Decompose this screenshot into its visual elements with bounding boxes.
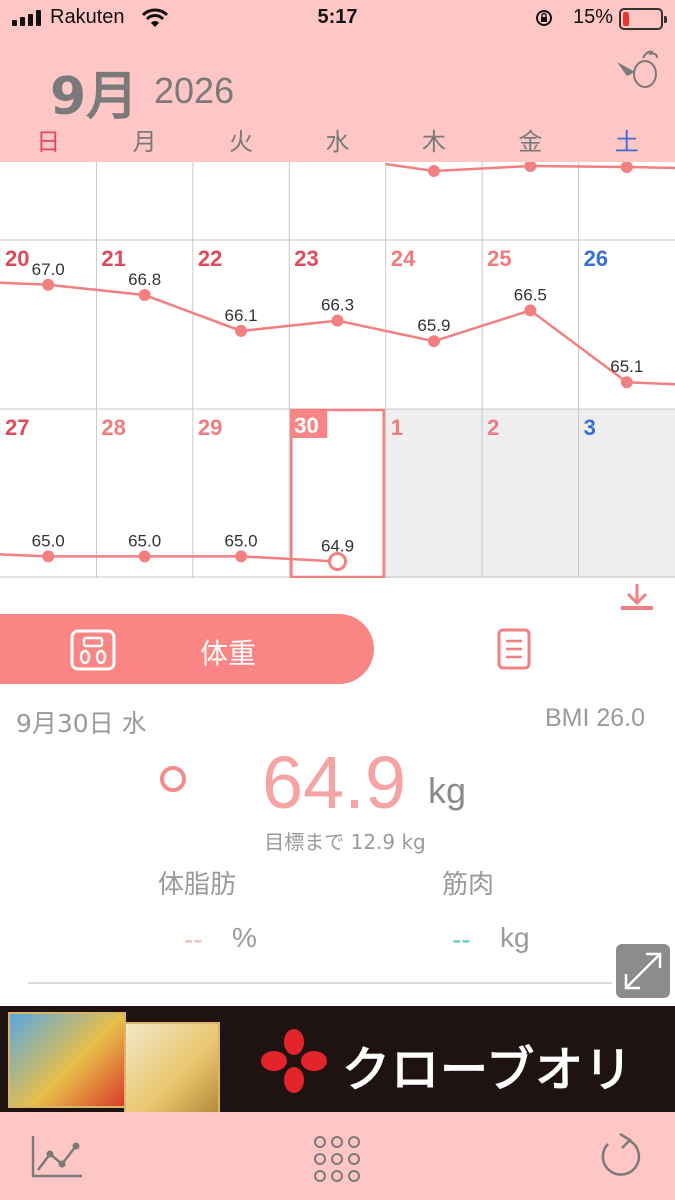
weight-label: 65.9 [417,316,450,335]
weight-point [42,550,55,563]
year-label: 2026 [154,70,235,111]
weight-label: 64.9 [321,536,354,555]
download-icon[interactable] [619,582,655,614]
weight-point [427,335,440,348]
day-number: 21 [101,246,125,271]
measurement-circle-icon [160,766,186,792]
weight-label: 67.0 [32,260,65,279]
battery-percent: 15% [572,6,613,28]
weight-point [620,376,633,389]
day-number: 23 [294,246,318,271]
day-number: 29 [198,415,222,440]
expand-button[interactable] [616,944,670,998]
weight-calendar-chart[interactable]: 202122232425262728293012367.067.066.866.… [0,162,675,578]
battery-level [623,12,629,26]
day-number: 20 [5,246,29,271]
bmi-value: BMI 26.0 [544,704,645,732]
divider [28,982,612,984]
weekday-fri: 金 [518,128,543,156]
weekday-wed: 水 [325,128,350,156]
weekday-tue: 火 [229,128,254,156]
body-fat-label: 体脂肪 [158,870,237,900]
weight-point [235,550,248,563]
weight-label: 66.1 [225,306,258,325]
weight-label: 65.0 [225,531,258,550]
body-fat-value[interactable]: -- [184,924,203,956]
day-number: 26 [584,246,608,271]
day-number: 22 [198,246,222,271]
weight-point [620,162,633,173]
expand-icon [624,952,662,990]
day-number: 1 [391,415,403,440]
day-number: 28 [101,415,125,440]
day-number: 30 [294,413,318,438]
day-number: 2 [487,415,499,440]
weekday-thu: 木 [421,128,446,156]
status-bar: Rakuten 5:17 15% [0,0,675,40]
body-fat-unit: % [232,922,257,953]
weight-point [138,550,151,563]
weekday-mon: 月 [132,128,157,156]
weight-value[interactable]: 64.9 [262,740,406,825]
calendar-grid[interactable]: 202122232425262728293012367.067.066.866.… [0,162,675,578]
bird-logo-icon[interactable] [613,48,661,92]
weight-label: 65.0 [32,531,65,550]
memo-tab-icon[interactable] [497,628,531,670]
weight-point [427,165,440,177]
weekday-header-row: 日 月 火 水 木 金 土 [0,122,675,158]
ad-card-image [124,1022,220,1112]
weight-label: 66.8 [128,270,161,289]
ad-card-image [8,1012,126,1108]
calendar-header: 9月 2026 日 月 火 水 木 金 土 [0,40,675,162]
selected-date: 9月30日 水 [16,709,147,738]
weight-point [138,289,151,302]
menu-grid-icon[interactable] [312,1134,362,1184]
ad-logo-icon [261,1029,327,1093]
ad-banner[interactable]: クローブオリパ [0,1006,675,1112]
sync-icon[interactable] [598,1132,644,1180]
graph-icon[interactable] [30,1134,84,1180]
battery-icon [619,8,667,30]
day-number: 3 [584,415,596,440]
weight-label: 66.5 [514,285,547,304]
weight-point [524,162,537,172]
tab-weight[interactable]: 体重 [0,614,374,684]
ad-text: クローブオリパ [342,1042,634,1098]
muscle-value[interactable]: -- [452,924,471,956]
weight-label: 67.0 [417,162,450,166]
weight-label: 65.1 [610,357,643,376]
month-label[interactable]: 9月 [50,54,138,129]
goal-remaining: 目標まで 12.9 kg [264,830,426,854]
weight-label: 65.0 [128,531,161,550]
weekday-sun: 日 [36,128,61,156]
day-number: 24 [391,246,416,271]
weight-label: 66.3 [321,296,354,315]
weekday-sat: 土 [614,128,639,156]
weight-point-selected [328,551,347,571]
weight-point [524,304,537,317]
bottom-toolbar [0,1112,675,1200]
weight-point [42,278,55,291]
day-number: 27 [5,415,29,440]
weight-unit: kg [428,770,467,811]
muscle-unit: kg [500,922,530,953]
weight-point [331,314,344,327]
rotation-lock-icon [536,10,552,26]
day-number: 25 [487,246,511,271]
muscle-label: 筋肉 [442,870,495,900]
weight-point [235,324,248,337]
scale-icon [70,629,116,671]
tab-weight-label: 体重 [200,637,257,670]
